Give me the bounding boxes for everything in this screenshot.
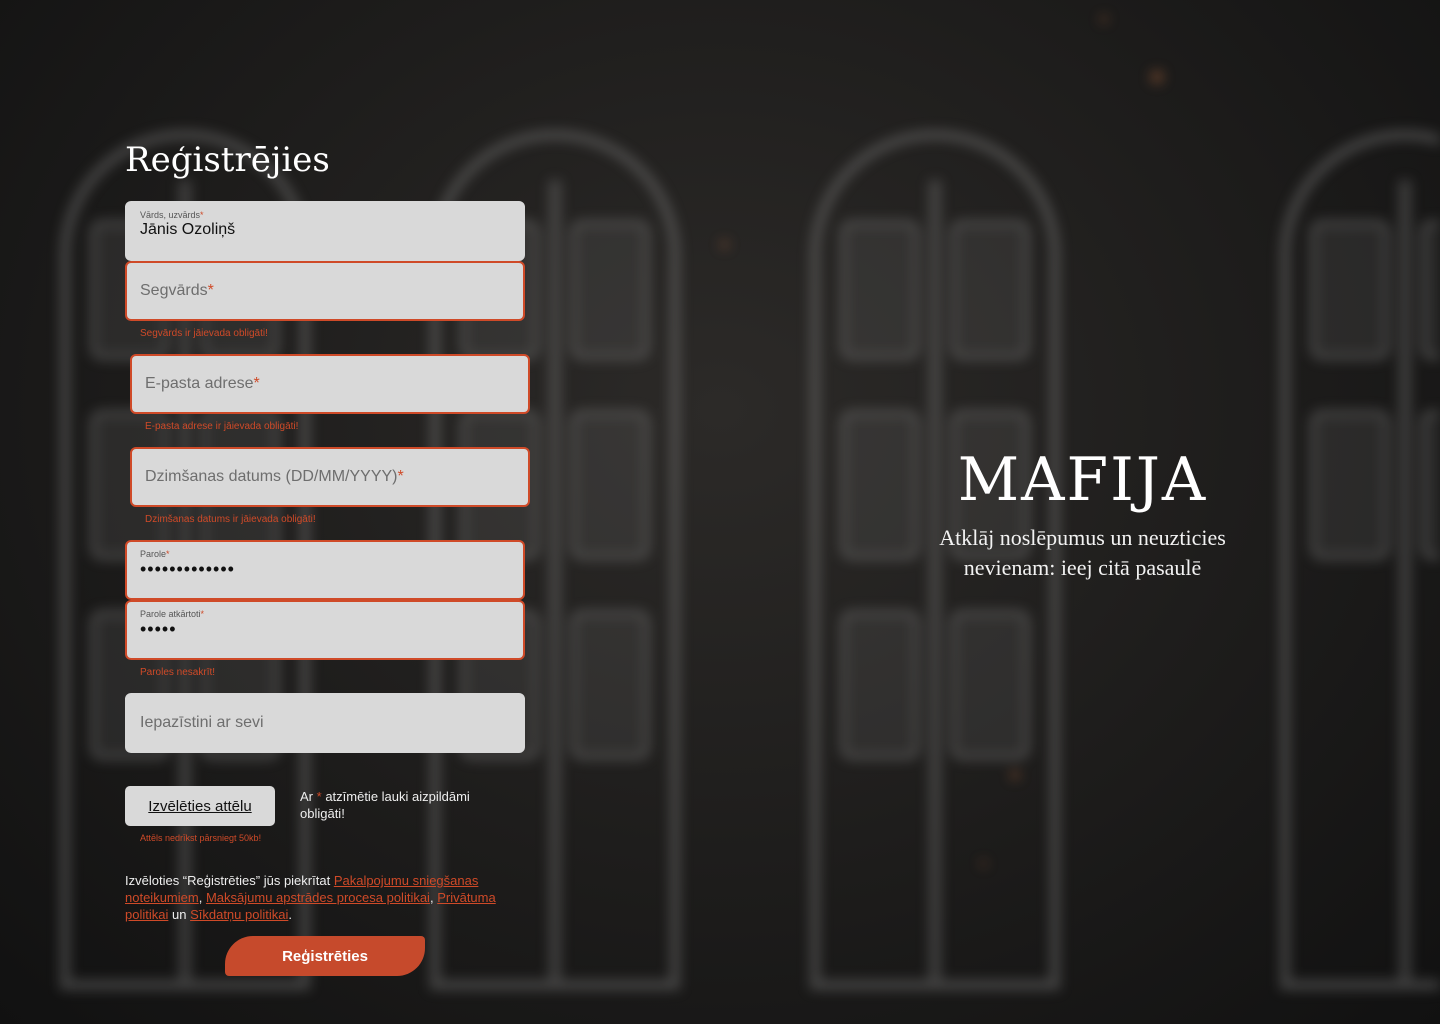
terms-and: un bbox=[171, 907, 187, 922]
about-field[interactable]: Iepazīstini ar sevi bbox=[125, 693, 525, 753]
password-value: ••••••••••••• bbox=[140, 559, 235, 579]
required-mark: * bbox=[200, 609, 205, 619]
full-name-field[interactable]: Vārds, uzvārds* Jānis Ozoliņš bbox=[125, 201, 525, 261]
birthdate-field[interactable]: Dzimšanas datums (DD/MM/YYYY)* bbox=[130, 447, 530, 507]
email-field[interactable]: E-pasta adrese* bbox=[130, 354, 530, 414]
username-error: Segvārds ir jāievada obligāti! bbox=[140, 328, 268, 339]
terms-intro: Izvēloties “Reģistrēties” jūs piekrītat bbox=[125, 873, 331, 888]
birthdate-placeholder: Dzimšanas datums (DD/MM/YYYY) bbox=[145, 468, 398, 485]
username-placeholder: Segvārds bbox=[140, 282, 208, 299]
required-mark: * bbox=[166, 549, 170, 559]
payment-policy-link[interactable]: Maksājumu apstrādes procesa politikai bbox=[206, 890, 430, 905]
required-mark: * bbox=[200, 210, 204, 220]
about-placeholder: Iepazīstini ar sevi bbox=[140, 714, 264, 731]
image-size-error: Attēls nedrīkst pārsniegt 50kb! bbox=[140, 833, 262, 843]
password-repeat-label: Parole atkārtoti bbox=[140, 609, 201, 619]
birthdate-error: Dzimšanas datums ir jāievada obligāti! bbox=[145, 514, 316, 525]
password-repeat-field[interactable]: Parole atkārtoti* ••••• bbox=[125, 600, 525, 660]
required-mark: * bbox=[397, 468, 404, 485]
page-title: Reģistrējies bbox=[125, 140, 330, 180]
password-repeat-value: ••••• bbox=[140, 619, 177, 639]
required-mark: * bbox=[253, 375, 260, 392]
register-button[interactable]: Reģistrēties bbox=[225, 936, 425, 976]
terms-separator: , bbox=[429, 890, 434, 905]
choose-image-button[interactable]: Izvēlēties attēlu bbox=[125, 786, 275, 826]
password-field[interactable]: Parole* ••••••••••••• bbox=[125, 540, 525, 600]
terms-end: . bbox=[288, 907, 292, 922]
brand-tagline-line2: nevienam: ieej citā pasaulē bbox=[963, 555, 1202, 580]
brand-tagline: Atklāj noslēpumus un neuzticies nevienam… bbox=[900, 523, 1265, 583]
password-label: Parole bbox=[140, 549, 167, 559]
required-mark: * bbox=[316, 789, 322, 804]
email-placeholder: E-pasta adrese bbox=[145, 375, 254, 392]
full-name-value: Jānis Ozoliņš bbox=[140, 221, 236, 238]
required-note-prefix: Ar bbox=[300, 789, 313, 804]
background-window bbox=[1280, 130, 1440, 990]
required-fields-note: Ar * atzīmētie lauki aizpildāmi obligāti… bbox=[300, 788, 510, 822]
brand-block: MAFIJA Atklāj noslēpumus un neuzticies n… bbox=[900, 445, 1265, 583]
terms-separator: , bbox=[198, 890, 203, 905]
full-name-label: Vārds, uzvārds bbox=[140, 210, 201, 220]
brand-logo: MAFIJA bbox=[957, 445, 1208, 515]
email-error: E-pasta adrese ir jāievada obligāti! bbox=[145, 421, 299, 432]
required-mark: * bbox=[207, 282, 214, 299]
brand-tagline-line1: Atklāj noslēpumus un neuzticies bbox=[939, 525, 1226, 550]
required-note-suffix: atzīmētie lauki aizpildāmi obligāti! bbox=[300, 789, 470, 821]
username-field[interactable]: Segvārds* bbox=[125, 261, 525, 321]
terms-text: Izvēloties “Reģistrēties” jūs piekrītat … bbox=[125, 872, 525, 923]
password-mismatch-error: Paroles nesakrīt! bbox=[140, 667, 216, 678]
cookie-policy-link[interactable]: Sīkdatņu politikai bbox=[190, 907, 288, 922]
